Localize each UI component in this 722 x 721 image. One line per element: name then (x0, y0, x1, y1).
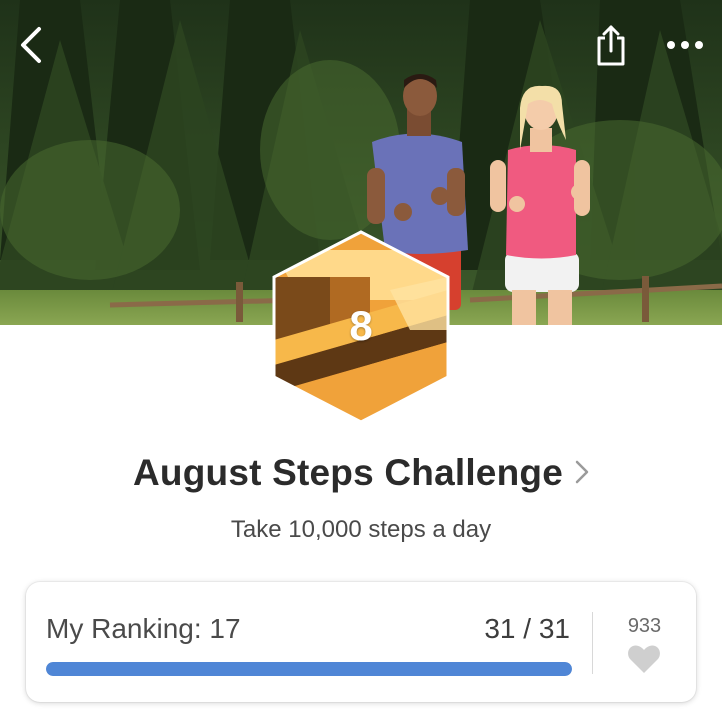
ranking-card[interactable]: My Ranking: 17 31 / 31 933 (26, 582, 696, 702)
more-dots-icon (667, 41, 703, 49)
share-icon (597, 25, 625, 66)
badge-level-number: 8 (349, 302, 373, 349)
progress-count: 31 / 31 (484, 613, 570, 644)
challenge-subtitle: Take 10,000 steps a day (230, 516, 492, 543)
more-options-button[interactable] (662, 22, 708, 68)
like-button[interactable] (627, 644, 661, 674)
my-ranking-label: My Ranking: 17 (46, 613, 241, 644)
challenge-title-row[interactable]: August Steps Challenge (0, 452, 722, 494)
back-button[interactable] (8, 22, 54, 68)
likes-count: 933 (627, 615, 662, 637)
progress-bar (46, 662, 572, 676)
challenge-badge: 8 (270, 230, 452, 424)
heart-icon (628, 645, 660, 673)
back-chevron-icon (21, 27, 41, 63)
challenge-title[interactable]: August Steps Challenge (133, 452, 563, 494)
chevron-right-icon[interactable] (575, 460, 589, 489)
share-button[interactable] (588, 22, 634, 68)
progress-bar-fill (46, 662, 572, 676)
